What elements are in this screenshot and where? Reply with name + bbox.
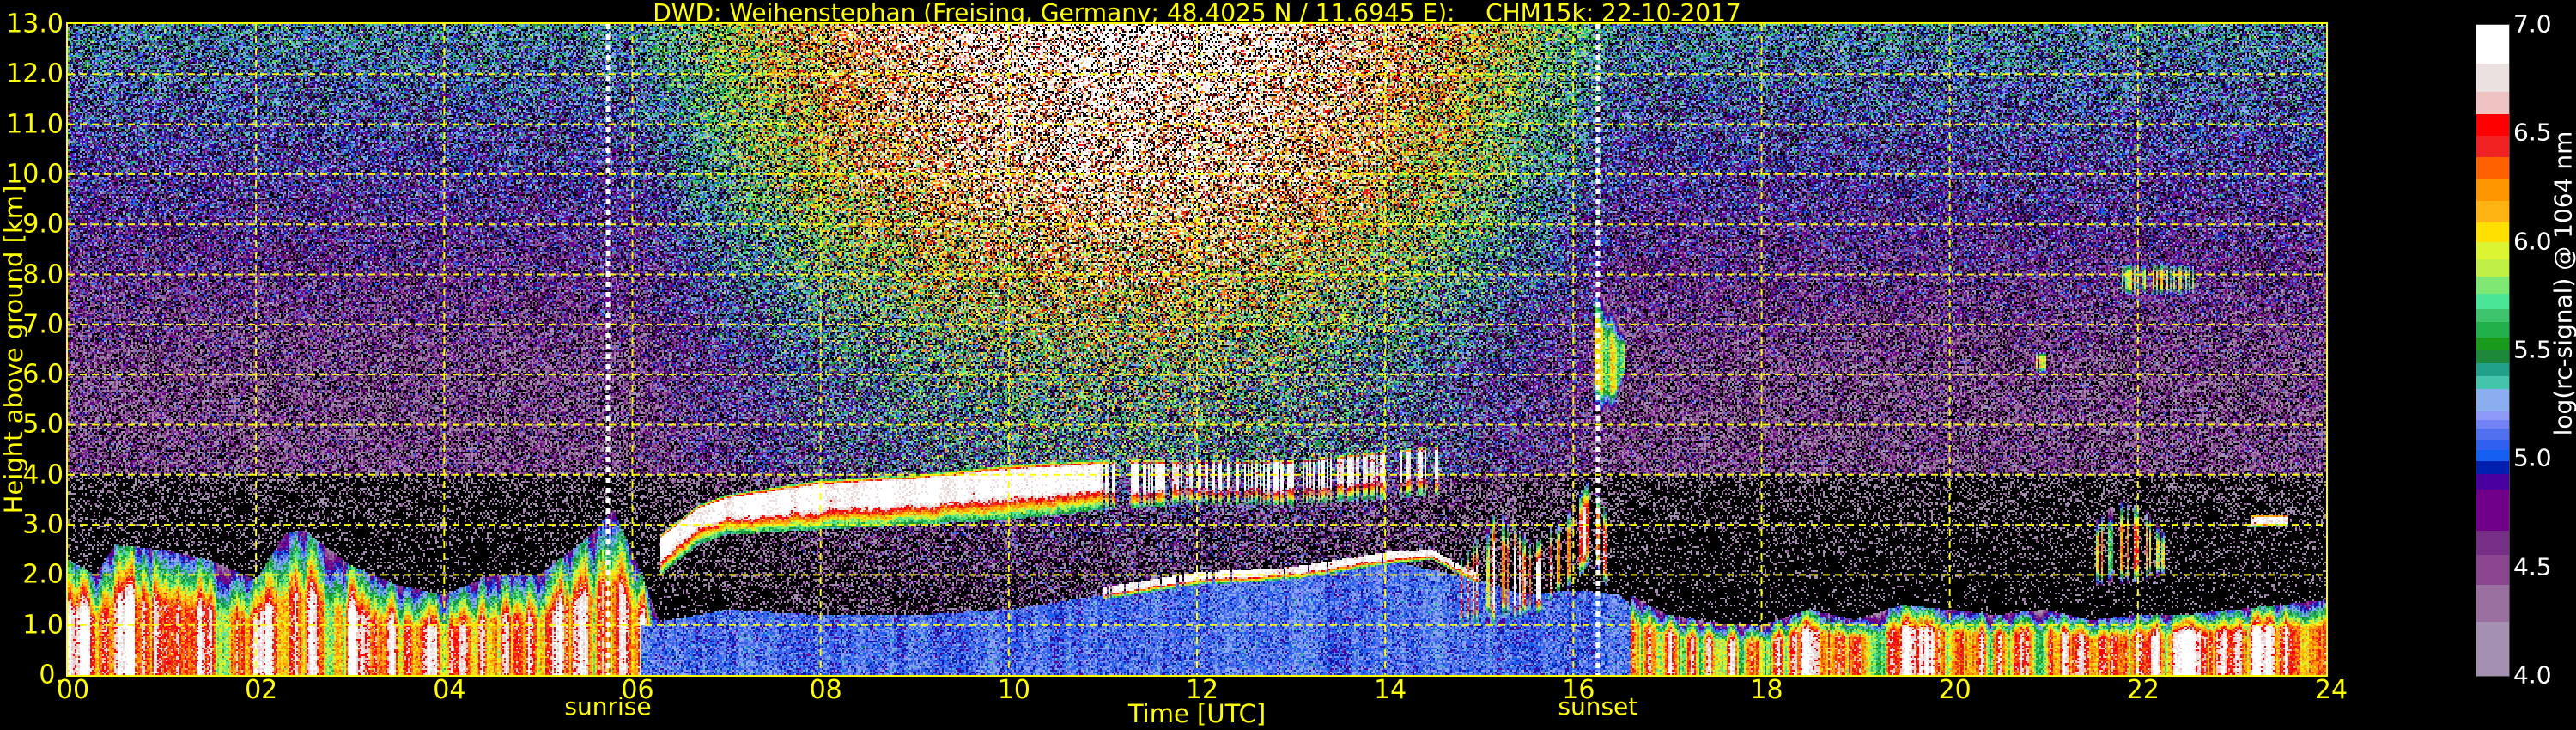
colorbar <box>2476 24 2510 677</box>
x-axis-label: Time [UTC] <box>1127 699 1267 728</box>
colorbar-segment <box>2476 157 2509 179</box>
colorbar-segment <box>2476 200 2509 223</box>
y-tick-label: 2.0 <box>22 559 64 590</box>
colorbar-segment <box>2476 428 2509 441</box>
colorbar-segment <box>2476 350 2509 364</box>
colorbar-segment <box>2476 294 2509 310</box>
sunrise-label: sunrise <box>564 692 652 721</box>
y-tick-label: 13.0 <box>6 9 64 40</box>
colorbar-tick-label: 5.0 <box>2513 443 2552 472</box>
colorbar-segment <box>2476 322 2509 338</box>
colorbar-segment <box>2476 554 2509 586</box>
colorbar-tick-label: 6.0 <box>2513 227 2552 256</box>
y-tick-label: 9.0 <box>22 209 64 240</box>
y-tick-label: 1.0 <box>22 610 64 641</box>
x-tick-label: 02 <box>245 675 278 705</box>
x-tick-label: 08 <box>809 675 842 705</box>
colorbar-tick-label: 4.0 <box>2513 660 2552 690</box>
colorbar-tick-label: 7.0 <box>2513 9 2552 39</box>
colorbar-segment <box>2476 376 2509 390</box>
colorbar-segment <box>2476 489 2509 532</box>
colorbar-segment <box>2476 308 2509 323</box>
colorbar-tick-label: 6.5 <box>2513 118 2552 147</box>
x-tick-label: 00 <box>56 675 90 705</box>
colorbar-segment <box>2476 113 2509 137</box>
x-tick-label: 18 <box>1750 675 1783 705</box>
colorbar-segment <box>2476 584 2509 623</box>
colorbar-segment <box>2476 337 2509 351</box>
colorbar-segment <box>2476 439 2509 451</box>
y-axis-label: Height above ground [km] <box>0 185 28 514</box>
y-tick-label: 5.0 <box>22 409 64 440</box>
y-tick-label: 12.0 <box>6 58 64 89</box>
colorbar-tick-label: 5.5 <box>2513 335 2552 364</box>
colorbar-segment <box>2476 411 2509 421</box>
y-tick-label: 6.0 <box>22 359 64 390</box>
y-tick-label: 8.0 <box>22 259 64 290</box>
colorbar-tick-label: 4.5 <box>2513 552 2552 581</box>
plot-area <box>66 22 2328 677</box>
grid-overlay <box>68 24 2326 675</box>
colorbar-segment <box>2476 363 2509 377</box>
y-tick-label: 3.0 <box>22 509 64 540</box>
colorbar-segment <box>2476 25 2509 64</box>
colorbar-segment <box>2476 419 2509 429</box>
y-tick-label: 4.0 <box>22 459 64 490</box>
colorbar-segment <box>2476 64 2509 93</box>
colorbar-segment <box>2476 179 2509 202</box>
x-tick-label: 10 <box>997 675 1030 705</box>
colorbar-segment <box>2476 621 2509 677</box>
colorbar-segment <box>2476 135 2509 158</box>
colorbar-segment <box>2476 450 2509 462</box>
x-tick-label: 14 <box>1374 675 1407 705</box>
x-tick-label: 22 <box>2126 675 2160 705</box>
y-tick-label: 7.0 <box>22 309 64 340</box>
x-tick-label: 24 <box>2314 675 2348 705</box>
colorbar-segment <box>2476 277 2509 295</box>
sunset-label: sunset <box>1558 692 1638 721</box>
colorbar-segment <box>2476 530 2509 555</box>
colorbar-segment <box>2476 389 2509 412</box>
colorbar-segment <box>2476 259 2509 277</box>
y-tick-label: 11.0 <box>6 109 64 140</box>
colorbar-segment <box>2476 222 2509 243</box>
colorbar-label: log(rc-signal) @ 1064 nm <box>2549 131 2576 436</box>
colorbar-segment <box>2476 474 2509 490</box>
colorbar-segment <box>2476 460 2509 475</box>
colorbar-segment <box>2476 241 2509 260</box>
x-tick-label: 20 <box>1938 675 1971 705</box>
x-tick-label: 04 <box>433 675 466 705</box>
colorbar-segment <box>2476 92 2509 115</box>
